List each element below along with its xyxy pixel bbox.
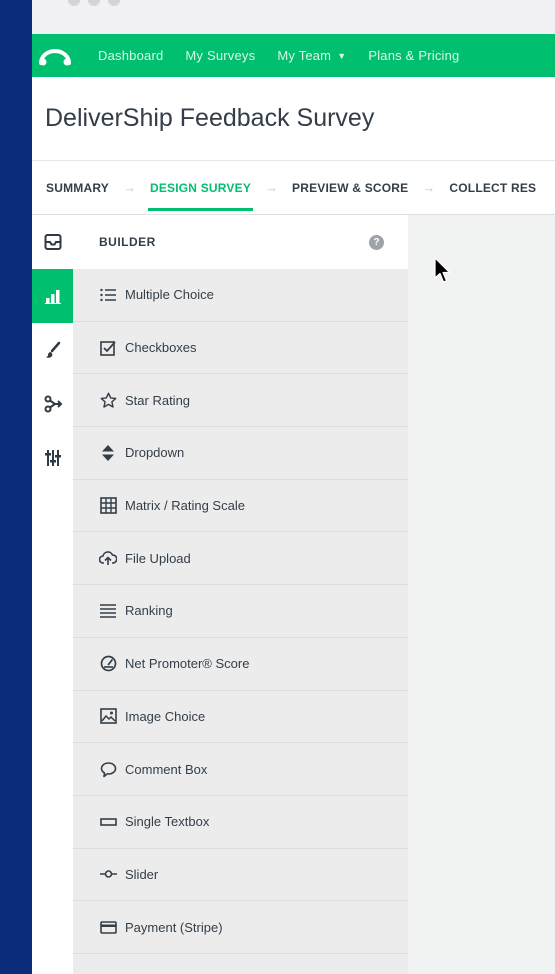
question-type-comment-box[interactable]: Comment Box xyxy=(73,743,408,796)
question-type-label: Single Textbox xyxy=(125,814,210,830)
survey-canvas[interactable] xyxy=(408,215,555,974)
caret-down-icon: ▼ xyxy=(337,51,347,61)
cloud-upload-icon xyxy=(99,549,117,567)
question-type-label: Star Rating xyxy=(125,392,191,408)
design-workspace: BUILDER ? Multiple Choice Checkboxes Sta… xyxy=(32,215,555,974)
sliders-icon xyxy=(44,450,61,466)
help-icon[interactable]: ? xyxy=(369,234,384,250)
logo-icon[interactable] xyxy=(32,34,78,77)
speech-bubble-icon xyxy=(99,760,117,778)
question-type-label: Payment (Stripe) xyxy=(125,919,223,935)
textbox-icon xyxy=(99,813,117,831)
grid-icon xyxy=(99,497,117,515)
question-type-label: Slider xyxy=(125,866,159,882)
tool-rail xyxy=(32,215,73,974)
question-type-label: Multiple Choice xyxy=(125,287,214,303)
question-type-multiple-choice[interactable]: Multiple Choice xyxy=(73,269,408,322)
builder-header: BUILDER ? xyxy=(73,215,408,269)
question-type-label: File Upload xyxy=(125,550,191,566)
window-minimize-dot[interactable] xyxy=(88,0,100,6)
survey-header: DeliverShip Feedback Survey xyxy=(32,77,555,161)
question-type-label: Checkboxes xyxy=(125,340,197,356)
question-type-image-choice[interactable]: Image Choice xyxy=(73,691,408,744)
nav-plans-pricing[interactable]: Plans & Pricing xyxy=(368,48,459,63)
question-type-file-upload[interactable]: File Upload xyxy=(73,532,408,586)
page-title: DeliverShip Feedback Survey xyxy=(45,104,375,132)
arrow-right-icon: → xyxy=(122,180,136,195)
app-window: Dashboard My Surveys My Team ▼ Plans & Pr… xyxy=(32,0,555,974)
rail-options-button[interactable] xyxy=(32,431,73,485)
rail-themes-button[interactable] xyxy=(32,269,73,323)
sort-arrows-icon xyxy=(99,444,117,462)
question-type-dropdown[interactable]: Dropdown xyxy=(73,427,408,480)
question-type-label: Dropdown xyxy=(125,445,185,461)
bar-chart-icon xyxy=(44,290,61,304)
nav-dashboard[interactable]: Dashboard xyxy=(98,48,163,63)
step-tabs: SUMMARY → DESIGN SURVEY → PREVIEW & SCOR… xyxy=(32,161,555,215)
window-titlebar xyxy=(32,0,555,34)
window-zoom-dot[interactable] xyxy=(108,0,120,6)
arrow-right-icon: → xyxy=(422,180,436,195)
list-icon xyxy=(99,286,117,304)
window-close-dot[interactable] xyxy=(68,0,80,6)
question-type-payment-stripe[interactable]: Payment (Stripe) xyxy=(73,901,408,954)
checkbox-icon xyxy=(99,339,117,357)
tab-design-survey[interactable]: DESIGN SURVEY xyxy=(147,181,254,211)
question-type-matrix-rating-scale[interactable]: Matrix / Rating Scale xyxy=(73,480,408,533)
rail-builder-button[interactable] xyxy=(32,215,73,269)
image-icon xyxy=(99,707,117,725)
question-type-net-promoter-score[interactable]: Net Promoter® Score xyxy=(73,638,408,691)
builder-title: BUILDER xyxy=(99,235,156,249)
nav-my-team-label: My Team xyxy=(277,48,332,63)
question-type-star-rating[interactable]: Star Rating xyxy=(73,374,408,428)
tab-preview-score[interactable]: PREVIEW & SCORE xyxy=(292,181,408,195)
question-type-label: Image Choice xyxy=(125,708,206,724)
credit-card-icon xyxy=(99,918,117,936)
brush-icon xyxy=(45,341,60,358)
question-type-label: Ranking xyxy=(125,603,173,619)
star-icon xyxy=(99,391,117,409)
question-type-label: Comment Box xyxy=(125,761,208,777)
question-type-checkboxes[interactable]: Checkboxes xyxy=(73,322,408,375)
mouse-cursor-icon xyxy=(434,257,451,283)
ranking-lines-icon xyxy=(99,602,117,620)
nav-my-team[interactable]: My Team ▼ xyxy=(277,48,346,63)
rail-logic-button[interactable] xyxy=(32,377,73,431)
question-type-label: Matrix / Rating Scale xyxy=(125,498,245,514)
tab-collect-responses[interactable]: COLLECT RES xyxy=(449,181,536,195)
inbox-icon xyxy=(44,234,61,250)
builder-panel: BUILDER ? Multiple Choice Checkboxes Sta… xyxy=(73,215,408,974)
nav-my-surveys[interactable]: My Surveys xyxy=(185,48,255,63)
gauge-icon xyxy=(99,655,117,673)
window-controls xyxy=(68,0,120,6)
top-navigation: Dashboard My Surveys My Team ▼ Plans & Pr… xyxy=(32,34,555,77)
question-type-label: Net Promoter® Score xyxy=(125,656,250,672)
logic-branch-icon xyxy=(44,395,62,413)
arrow-right-icon: → xyxy=(265,180,279,195)
question-type-single-textbox[interactable]: Single Textbox xyxy=(73,796,408,849)
tab-summary[interactable]: SUMMARY xyxy=(46,181,109,195)
rail-style-button[interactable] xyxy=(32,323,73,377)
slider-icon xyxy=(99,865,117,883)
left-edge-strip xyxy=(0,0,32,974)
question-type-ranking[interactable]: Ranking xyxy=(73,585,408,638)
question-type-slider[interactable]: Slider xyxy=(73,849,408,902)
